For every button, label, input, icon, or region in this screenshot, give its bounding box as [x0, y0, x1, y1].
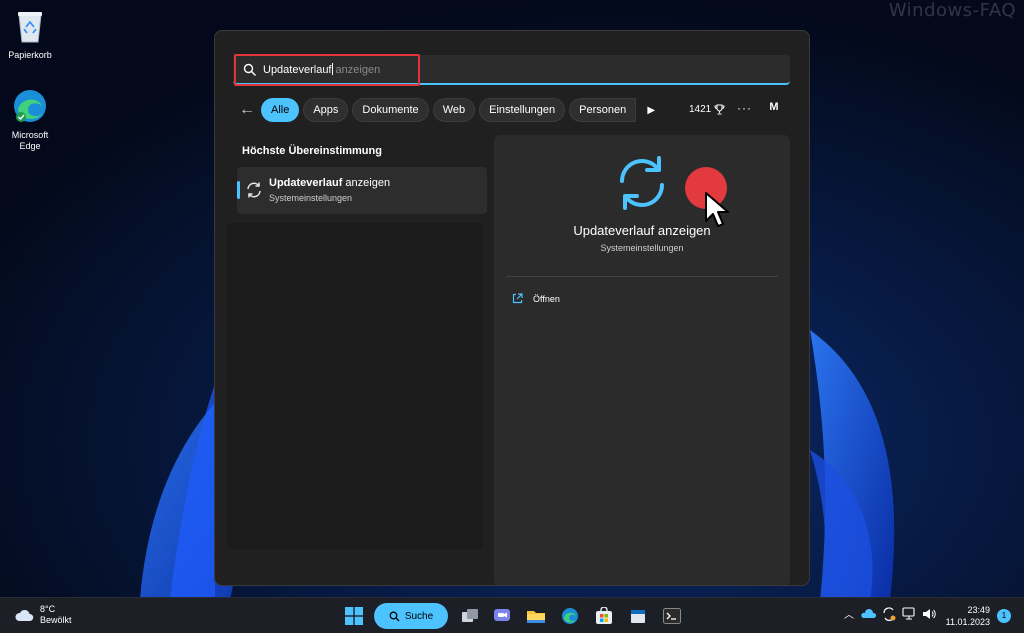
edge-taskbar-button[interactable]: [558, 604, 582, 628]
volume-icon[interactable]: [922, 607, 936, 621]
result-title-match: Updateverlauf: [269, 177, 343, 189]
update-icon[interactable]: [882, 606, 896, 621]
weather-temperature: 8°C: [40, 604, 56, 614]
system-tray: ︿: [844, 606, 936, 621]
tab-alle[interactable]: Alle: [261, 98, 300, 122]
open-action-label: Öffnen: [533, 293, 560, 304]
calendar-icon: [631, 610, 645, 623]
recycle-bin-icon: [10, 6, 50, 46]
terminal-icon: [663, 608, 681, 624]
task-view-icon: [462, 609, 478, 622]
tab-dokumente[interactable]: Dokumente: [352, 98, 429, 122]
account-avatar[interactable]: M: [765, 101, 783, 119]
search-flyout: Updateverlauf anzeigen ← Alle Apps Dokum…: [214, 30, 810, 586]
clock-time: 23:49: [967, 605, 990, 615]
search-icon: [389, 611, 400, 621]
folder-icon: [527, 611, 545, 623]
edge-icon: [562, 608, 578, 624]
detail-title: Updateverlauf anzeigen: [573, 223, 711, 238]
task-view-button[interactable]: [458, 604, 482, 628]
search-query-text: Updateverlauf: [263, 64, 332, 76]
search-suggestion: anzeigen: [332, 64, 381, 76]
store-icon: [596, 607, 612, 624]
open-external-icon: [512, 293, 523, 304]
start-button[interactable]: [342, 604, 366, 628]
edge-icon: [10, 86, 50, 126]
clock-date: 11.01.2023: [945, 617, 990, 627]
tab-web[interactable]: Web: [432, 98, 476, 122]
taskbar-search-label: Suche: [404, 610, 434, 622]
desktop-icon-recycle-bin[interactable]: Papierkorb: [0, 6, 60, 61]
desktop-icon-label: Microsoft Edge: [11, 130, 49, 151]
clock[interactable]: 23:49 11.01.2023: [944, 604, 990, 628]
windows-logo-icon: [345, 607, 363, 625]
selection-indicator: [237, 181, 240, 199]
sync-icon: [620, 156, 664, 210]
best-match-result[interactable]: Updateverlauf anzeigen Systemeinstellung…: [237, 167, 487, 214]
show-hidden-icons-icon[interactable]: ︿: [844, 606, 854, 621]
open-action[interactable]: Öffnen: [512, 293, 560, 304]
search-input[interactable]: Updateverlauf anzeigen: [233, 55, 790, 85]
more-options-button[interactable]: ···: [737, 101, 752, 115]
back-button[interactable]: ←: [233, 98, 261, 122]
divider: [506, 276, 778, 277]
results-empty-area: [227, 223, 483, 549]
result-title-rest: anzeigen: [342, 177, 391, 189]
cloud-icon: [15, 609, 34, 621]
trophy-icon: [714, 104, 725, 115]
teams-chat-button[interactable]: [490, 604, 514, 628]
store-button[interactable]: [592, 604, 616, 628]
weather-description: Bewölkt: [40, 615, 72, 625]
desktop-icon-label: Papierkorb: [8, 50, 52, 60]
more-filters-button[interactable]: ▶: [640, 98, 662, 122]
calendar-button[interactable]: [626, 604, 650, 628]
points-value: 1421: [689, 104, 712, 115]
search-icon: [243, 63, 256, 76]
onedrive-icon[interactable]: [860, 608, 876, 619]
search-query: Updateverlauf anzeigen: [263, 63, 380, 76]
network-icon[interactable]: [902, 606, 916, 621]
detail-subtitle: Systemeinstellungen: [600, 243, 684, 253]
watermark: Windows-FAQ: [888, 0, 1016, 21]
notification-badge[interactable]: 1: [997, 609, 1011, 623]
chat-icon: [494, 609, 510, 621]
best-match-heading: Höchste Übereinstimmung: [242, 145, 382, 157]
weather-widget[interactable]: 8°C Bewölkt: [14, 604, 72, 626]
file-explorer-button[interactable]: [524, 604, 548, 628]
taskbar-search-button[interactable]: Suche: [374, 603, 448, 629]
tab-apps[interactable]: Apps: [303, 98, 349, 122]
result-subtitle: Systemeinstellungen: [269, 193, 353, 203]
detail-pane: Updateverlauf anzeigen Systemeinstellung…: [494, 135, 790, 585]
taskbar: 8°C Bewölkt Suche ︿ 23:49 11.01.2023 1: [0, 597, 1024, 633]
sync-icon: [247, 182, 261, 198]
tab-einstellungen[interactable]: Einstellungen: [479, 98, 566, 122]
rewards-points[interactable]: 1421: [689, 104, 725, 115]
tab-personen[interactable]: Personen: [569, 98, 637, 122]
desktop-icon-edge[interactable]: Microsoft Edge: [0, 86, 60, 152]
terminal-button[interactable]: [660, 604, 684, 628]
result-title: Updateverlauf anzeigen: [269, 177, 390, 189]
